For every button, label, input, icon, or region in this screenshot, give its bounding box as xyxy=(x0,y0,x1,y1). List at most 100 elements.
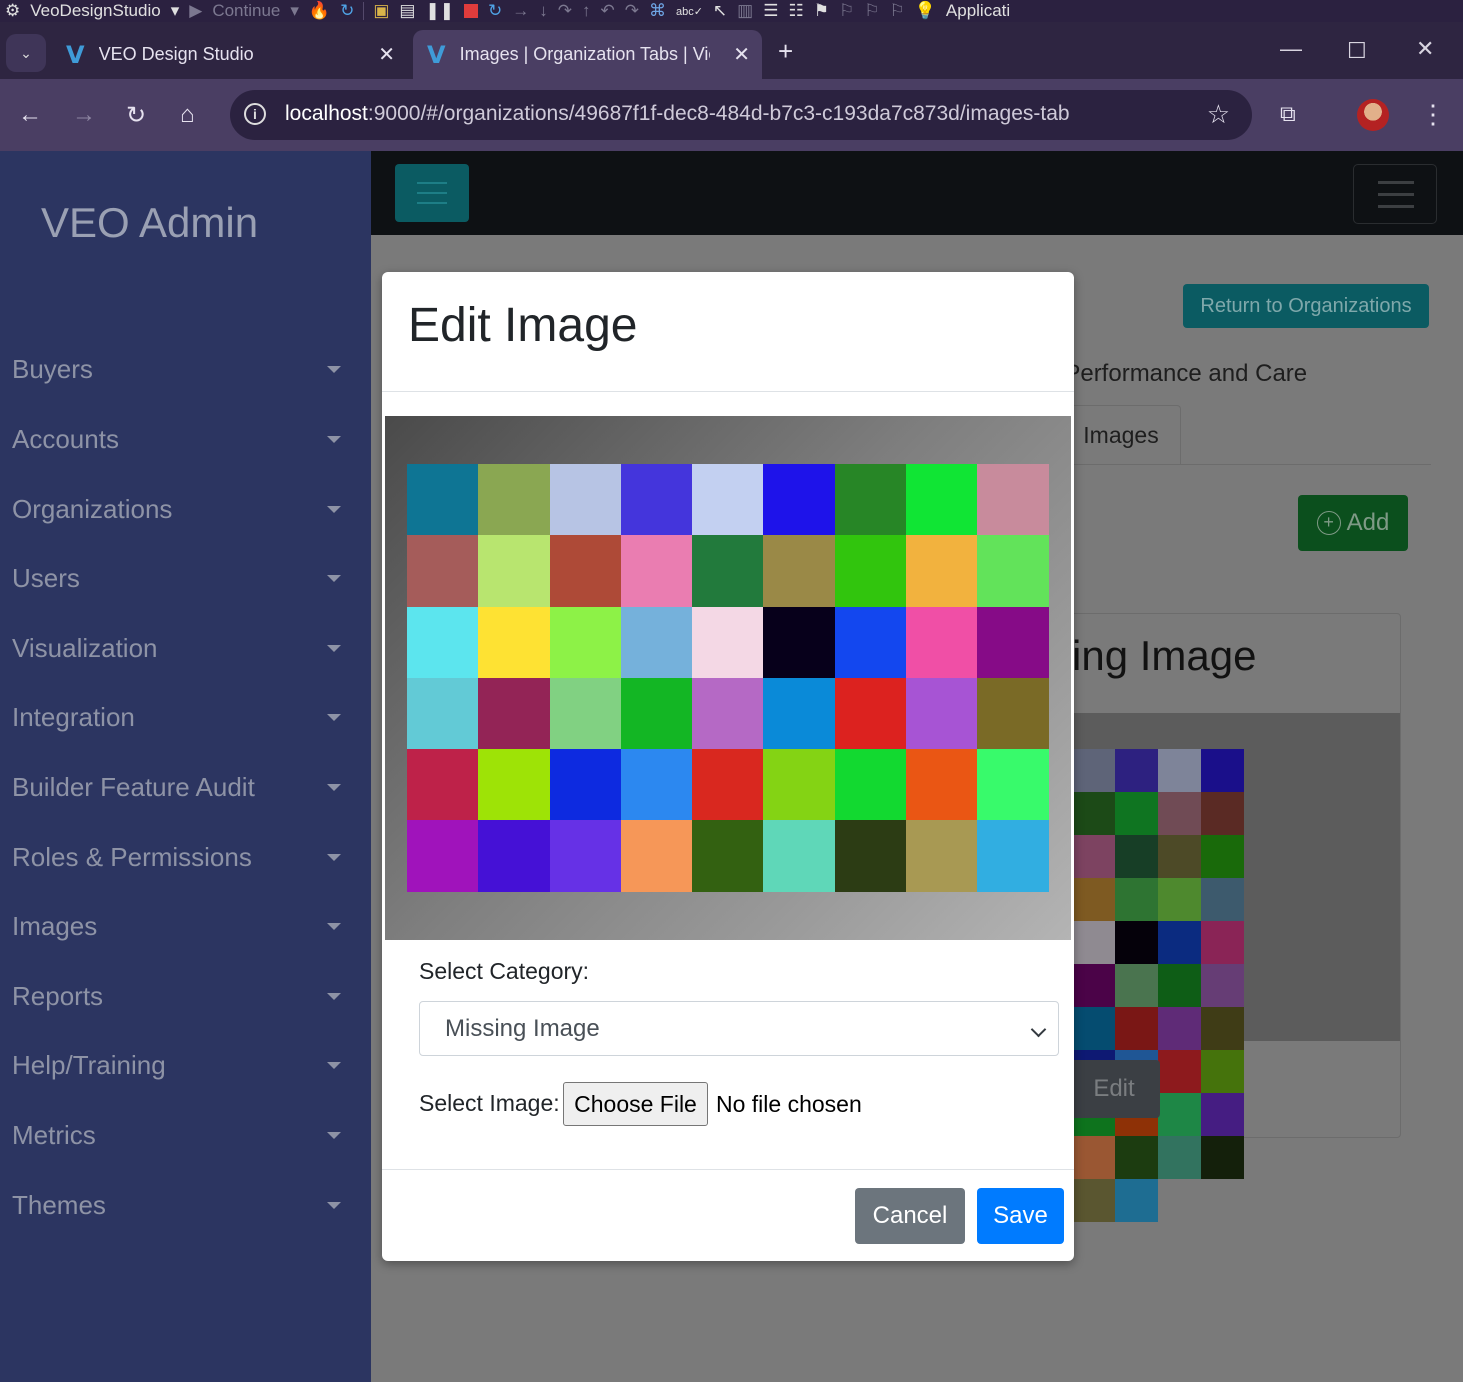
spellcheck-icon[interactable]: abc✓ xyxy=(671,0,708,22)
profile-avatar[interactable] xyxy=(1357,99,1389,131)
folder-icon[interactable]: ▣ xyxy=(368,0,394,22)
sidebar-item-label: Buyers xyxy=(12,353,93,384)
save-button[interactable]: Save xyxy=(977,1188,1064,1244)
bookmark-clear-icon[interactable]: ⚐ xyxy=(884,0,909,22)
app-navbar xyxy=(371,151,1463,235)
new-tab-button[interactable]: + xyxy=(778,36,793,67)
sidebar-item-reports[interactable]: Reports xyxy=(0,968,371,1024)
sidebar-item-builder-feature-audit[interactable]: Builder Feature Audit xyxy=(0,759,371,815)
color-swatch xyxy=(478,606,550,678)
url-host: localhost xyxy=(285,102,368,125)
add-image-button[interactable]: + Add xyxy=(1298,495,1408,551)
split-icon[interactable]: ▥ xyxy=(732,0,758,22)
sidebar-item-roles-permissions[interactable]: Roles & Permissions xyxy=(0,829,371,885)
window-close-icon[interactable]: ✕ xyxy=(1416,36,1434,62)
outdent-icon[interactable]: ☷ xyxy=(783,0,808,22)
sidebar-item-integration[interactable]: Integration xyxy=(0,689,371,745)
gear-icon[interactable]: ⚙ xyxy=(0,0,25,22)
caret-down-icon xyxy=(327,993,341,1000)
sidebar-item-help-training[interactable]: Help/Training xyxy=(0,1037,371,1093)
sidebar-item-buyers[interactable]: Buyers xyxy=(0,341,371,397)
bookmark-star-icon[interactable]: ☆ xyxy=(1207,99,1230,130)
pointer-icon[interactable]: ↖ xyxy=(708,0,732,22)
choose-file-button[interactable]: Choose File xyxy=(563,1082,708,1126)
sidebar-item-accounts[interactable]: Accounts xyxy=(0,411,371,467)
color-swatch xyxy=(763,820,835,892)
applications-label[interactable]: Applicati xyxy=(941,0,1015,22)
reload-icon[interactable]: ↻ xyxy=(126,101,146,130)
step-up-icon[interactable]: ↑ xyxy=(577,0,596,22)
site-info-icon[interactable]: i xyxy=(244,103,266,125)
bookmark-next-icon[interactable]: ⚐ xyxy=(859,0,884,22)
extensions-icon[interactable]: ⧉ xyxy=(1280,101,1296,127)
redo-icon[interactable]: ↷ xyxy=(620,0,644,22)
tab-search-button[interactable]: ⌄ xyxy=(6,34,46,72)
lightbulb-icon[interactable]: 💡 xyxy=(910,0,941,22)
sidebar-item-visualization[interactable]: Visualization xyxy=(0,620,371,676)
diagnostics-icon[interactable]: ⌘ xyxy=(644,0,671,22)
url-text[interactable]: localhost:9000/#/organizations/49687f1f-… xyxy=(285,102,1070,126)
sidebar-item-metrics[interactable]: Metrics xyxy=(0,1107,371,1163)
navbar-menu-toggle[interactable] xyxy=(1353,164,1437,224)
browser-tab-veo-design-studio[interactable]: V VEO Design Studio ✕ xyxy=(52,30,407,79)
address-bar[interactable]: i localhost:9000/#/organizations/49687f1… xyxy=(230,90,1252,140)
sidebar-item-themes[interactable]: Themes xyxy=(0,1177,371,1233)
step-over-icon[interactable]: → xyxy=(507,0,534,22)
undo-icon[interactable]: ↶ xyxy=(595,0,619,22)
continue-button[interactable]: Continue xyxy=(207,0,285,22)
sidebar-toggle-button[interactable] xyxy=(395,164,469,222)
step-into-icon[interactable]: ↓ xyxy=(534,0,553,22)
sidebar-item-users[interactable]: Users xyxy=(0,550,371,606)
color-swatch xyxy=(1201,749,1244,792)
color-swatch xyxy=(1158,1136,1201,1179)
hot-reload-icon[interactable]: 🔥 xyxy=(304,0,335,22)
image-card-title: ing Image xyxy=(1072,632,1257,679)
color-grid-image xyxy=(407,464,1049,892)
browser-tab-strip: ⌄ V VEO Design Studio ✕ V Images | Organ… xyxy=(0,22,1463,79)
color-swatch xyxy=(1115,964,1158,1007)
play-icon[interactable]: ▶ xyxy=(184,0,207,22)
restart-debug-icon[interactable]: ↻ xyxy=(483,0,507,22)
pause-icon[interactable]: ❚❚ xyxy=(420,0,459,22)
category-select[interactable]: Missing Image xyxy=(419,1001,1059,1056)
solution-dropdown-icon[interactable]: ▾ xyxy=(166,0,185,22)
color-swatch xyxy=(1072,921,1115,964)
color-swatch xyxy=(763,606,835,678)
home-icon[interactable]: ⌂ xyxy=(180,101,195,129)
caret-down-icon xyxy=(327,1202,341,1209)
sidebar-item-images[interactable]: Images xyxy=(0,898,371,954)
close-icon[interactable]: ✕ xyxy=(378,42,395,67)
color-swatch xyxy=(478,677,550,750)
sidebar-item-organizations[interactable]: Organizations xyxy=(0,481,371,537)
browser-tab-images[interactable]: V Images | Organization Tabs | Vie ✕ xyxy=(413,30,762,79)
return-to-organizations-button[interactable]: Return to Organizations xyxy=(1183,284,1429,328)
back-arrow-icon[interactable]: ← xyxy=(18,101,42,129)
color-swatch xyxy=(549,535,621,607)
forward-arrow-icon[interactable]: → xyxy=(72,101,96,129)
minimize-icon[interactable]: — xyxy=(1280,36,1302,62)
bookmark-icon[interactable]: ⚑ xyxy=(809,0,834,22)
bookmark-prev-icon[interactable]: ⚐ xyxy=(834,0,859,22)
sidebar-item-label: Metrics xyxy=(12,1119,96,1150)
browser-menu-icon[interactable]: ⋮ xyxy=(1420,99,1446,130)
modal-header-divider xyxy=(382,391,1074,392)
solution-name[interactable]: VeoDesignStudio xyxy=(25,0,165,22)
restart-icon[interactable]: ↻ xyxy=(335,0,359,22)
step-out-icon[interactable]: ↷ xyxy=(553,0,577,22)
close-icon[interactable]: ✕ xyxy=(733,42,750,67)
indent-icon[interactable]: ☰ xyxy=(758,0,783,22)
color-swatch xyxy=(1115,749,1158,792)
continue-dropdown-icon[interactable]: ▾ xyxy=(285,0,304,22)
tab-images[interactable]: Images xyxy=(1061,405,1181,465)
color-swatch xyxy=(478,749,550,821)
edit-image-button[interactable]: Edit xyxy=(1068,1060,1160,1118)
color-swatch xyxy=(763,535,835,607)
cancel-button[interactable]: Cancel xyxy=(855,1188,965,1244)
color-swatch xyxy=(906,677,978,750)
caret-down-icon xyxy=(327,714,341,721)
maximize-icon[interactable]: ☐ xyxy=(1347,38,1367,64)
color-swatch xyxy=(1072,1179,1115,1222)
stop-icon[interactable] xyxy=(459,0,483,22)
save-all-icon[interactable]: ▤ xyxy=(394,0,420,22)
color-swatch xyxy=(1201,1136,1244,1179)
